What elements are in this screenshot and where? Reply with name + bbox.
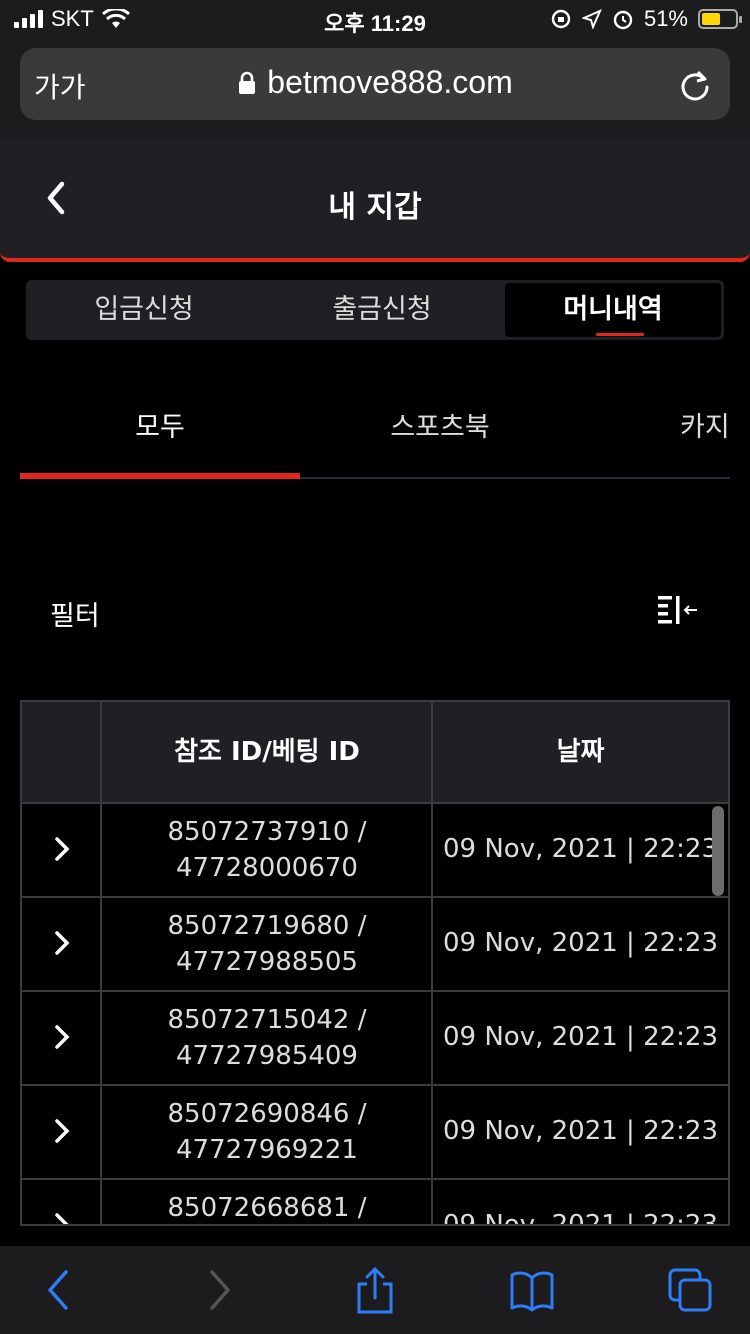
tab-deposit-request[interactable]: 입금신청	[26, 280, 262, 340]
forward-icon[interactable]	[196, 1266, 240, 1314]
location-icon	[581, 9, 602, 29]
active-tab-indicator	[596, 333, 644, 336]
expand-chevron-icon[interactable]	[52, 836, 72, 862]
url-text[interactable]: betmove888.com	[0, 64, 750, 101]
active-category-indicator	[20, 473, 300, 479]
ref-id-cell: 85072715042 /47727985409	[167, 1005, 367, 1071]
date-cell: 09 Nov, 2021 | 22:23	[442, 834, 718, 864]
url-label: betmove888.com	[267, 64, 513, 100]
history-table: 참조 ID/베팅 ID 날짜 85072737910 /47728000670 …	[20, 700, 730, 1226]
ref-id-cell: 85072668681 /	[167, 1193, 367, 1223]
column-header-date: 날짜	[556, 737, 605, 767]
reload-icon[interactable]	[678, 68, 712, 102]
table-header: 참조 ID/베팅 ID 날짜	[22, 702, 728, 804]
column-header-ref-id: 참조 ID/베팅 ID	[174, 737, 360, 767]
column-divider	[100, 702, 102, 1224]
filter-label[interactable]: 필터	[50, 594, 100, 633]
filter-toggle-icon[interactable]	[655, 592, 699, 628]
column-divider	[431, 702, 433, 1224]
date-cell: 09 Nov, 2021 | 22:23	[442, 928, 718, 958]
expand-chevron-icon[interactable]	[52, 1024, 72, 1050]
tab-money-history[interactable]: 머니내역	[505, 283, 721, 337]
ref-id-cell: 85072690846 /47727969221	[167, 1099, 367, 1165]
status-right: 51%	[550, 6, 742, 32]
ref-id-cell: 85072737910 /47728000670	[167, 817, 367, 883]
expand-chevron-icon[interactable]	[52, 1212, 72, 1226]
table-row[interactable]: 85072715042 /47727985409 09 Nov, 2021 | …	[22, 990, 728, 1086]
ref-id-cell: 85072719680 /47727988505	[167, 911, 367, 977]
tab-sportsbook[interactable]: 스포츠북	[300, 405, 580, 444]
expand-chevron-icon[interactable]	[52, 930, 72, 956]
tab-withdraw-request[interactable]: 출금신청	[262, 280, 502, 340]
page-title: 내 지갑	[328, 190, 422, 225]
expand-chevron-icon[interactable]	[52, 1118, 72, 1144]
orientation-lock-icon	[551, 9, 571, 29]
date-cell: 09 Nov, 2021 | 22:23	[442, 1210, 718, 1226]
battery-icon	[698, 9, 742, 29]
tabs-icon[interactable]	[668, 1266, 712, 1314]
lock-icon	[239, 71, 256, 94]
bookmarks-icon[interactable]	[510, 1266, 554, 1314]
alarm-icon	[613, 10, 633, 30]
share-icon[interactable]	[353, 1266, 397, 1314]
table-row[interactable]: 85072719680 /47727988505 09 Nov, 2021 | …	[22, 896, 728, 992]
table-row[interactable]: 85072737910 /47728000670 09 Nov, 2021 | …	[22, 802, 728, 898]
date-cell: 09 Nov, 2021 | 22:23	[442, 1116, 718, 1146]
table-row[interactable]: 85072690846 /47727969221 09 Nov, 2021 | …	[22, 1084, 728, 1180]
back-icon[interactable]	[38, 1266, 82, 1314]
date-cell: 09 Nov, 2021 | 22:23	[442, 1022, 718, 1052]
tab-all[interactable]: 모두	[20, 405, 300, 444]
battery-percent: 51%	[643, 6, 688, 31]
table-scrollbar[interactable]	[712, 806, 724, 896]
tab-casino[interactable]: 카지	[680, 405, 750, 444]
table-row[interactable]: 85072668681 / 09 Nov, 2021 | 22:23	[22, 1178, 728, 1226]
